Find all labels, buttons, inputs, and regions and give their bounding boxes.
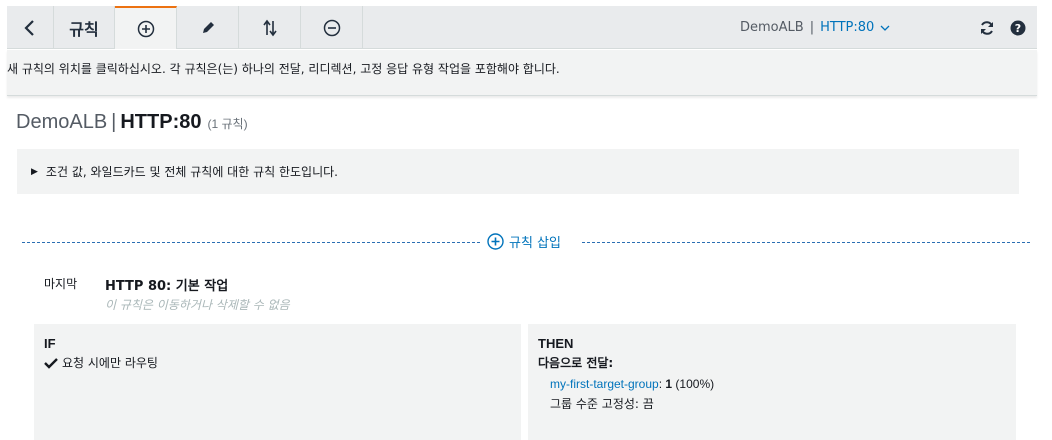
pencil-icon bbox=[202, 21, 214, 33]
target-group-percent: (100%) bbox=[675, 377, 715, 391]
refresh-icon bbox=[981, 21, 993, 35]
edit-rules-button[interactable] bbox=[177, 6, 239, 49]
back-button[interactable] bbox=[7, 6, 54, 49]
listener-protocol: HTTP:80 bbox=[820, 20, 875, 35]
refresh-button[interactable] bbox=[977, 18, 997, 38]
rule-note: 이 규칙은 이동하거나 삭제할 수 없음 bbox=[105, 298, 290, 312]
rule-count: (1 규칙) bbox=[207, 117, 248, 131]
help-icon: ? bbox=[1010, 20, 1026, 36]
rules-toolbar: 규칙 DemoALB | HTTP:80 ? bbox=[7, 6, 1037, 49]
rule-position: 마지막 bbox=[44, 277, 78, 291]
title-lb-name: DemoALB bbox=[16, 111, 108, 133]
expander-text: 조건 값, 와일드카드 및 전체 규칙에 대한 규칙 한도입니다. bbox=[45, 165, 338, 179]
delete-rules-button[interactable] bbox=[301, 6, 363, 49]
if-conditions-panel: IF 요청 시에만 라우팅 bbox=[34, 324, 521, 440]
insert-divider-right bbox=[582, 242, 1030, 243]
reorder-rules-button[interactable] bbox=[239, 6, 301, 49]
target-group-weight: 1 bbox=[665, 377, 673, 391]
plus-circle-icon bbox=[487, 233, 504, 250]
target-group-line: my-first-target-group: 1 (100%) bbox=[550, 377, 1016, 391]
help-button[interactable]: ? bbox=[1008, 18, 1028, 38]
condition-item: 요청 시에만 라우팅 bbox=[44, 354, 521, 371]
listener-selector[interactable]: DemoALB | HTTP:80 bbox=[740, 6, 890, 49]
group-stickiness: 그룹 수준 고정성: 끔 bbox=[550, 397, 654, 411]
minus-circle-icon bbox=[323, 19, 340, 36]
instruction-text: 새 규칙의 위치를 클릭하십시오. 각 규칙은(는) 하나의 전달, 리디렉션,… bbox=[7, 62, 560, 76]
title-separator: | bbox=[111, 111, 117, 133]
plus-circle-icon bbox=[137, 20, 154, 37]
add-rule-button[interactable] bbox=[115, 6, 177, 49]
insert-divider-left bbox=[22, 242, 480, 243]
reorder-arrows-icon bbox=[262, 19, 277, 36]
if-heading: IF bbox=[44, 336, 56, 351]
page-title: DemoALB | HTTP:80 (1 규칙) bbox=[16, 111, 248, 134]
weight-separator: : bbox=[658, 377, 663, 391]
rule-limits-expander[interactable]: ▶ 조건 값, 와일드카드 및 전체 규칙에 대한 규칙 한도입니다. bbox=[17, 149, 1019, 194]
then-actions-panel: THEN 다음으로 전달: my-first-target-group: 1 (… bbox=[528, 324, 1016, 440]
forward-action-label: 다음으로 전달: bbox=[538, 356, 614, 370]
insert-rule-button[interactable]: 규칙 삽입 bbox=[487, 232, 561, 251]
caret-right-icon: ▶ bbox=[31, 166, 38, 177]
then-heading: THEN bbox=[538, 336, 574, 351]
listener-separator: | bbox=[809, 20, 815, 35]
chevron-down-icon bbox=[880, 25, 890, 31]
checkmark-icon bbox=[44, 357, 58, 369]
target-group-link[interactable]: my-first-target-group bbox=[550, 377, 659, 391]
instruction-banner: 새 규칙의 위치를 클릭하십시오. 각 규칙은(는) 하나의 전달, 리디렉션,… bbox=[7, 50, 1037, 96]
listener-lb-name: DemoALB bbox=[740, 20, 804, 35]
rules-tab[interactable]: 규칙 bbox=[54, 6, 115, 49]
insert-rule-label: 규칙 삽입 bbox=[509, 236, 561, 251]
condition-text: 요청 시에만 라우팅 bbox=[62, 356, 158, 370]
rules-tab-label: 규칙 bbox=[69, 19, 99, 39]
svg-text:?: ? bbox=[1015, 22, 1021, 35]
title-listener: HTTP:80 bbox=[120, 111, 202, 133]
back-arrow-icon bbox=[24, 19, 34, 36]
rule-name: HTTP 80: 기본 작업 bbox=[105, 279, 229, 294]
